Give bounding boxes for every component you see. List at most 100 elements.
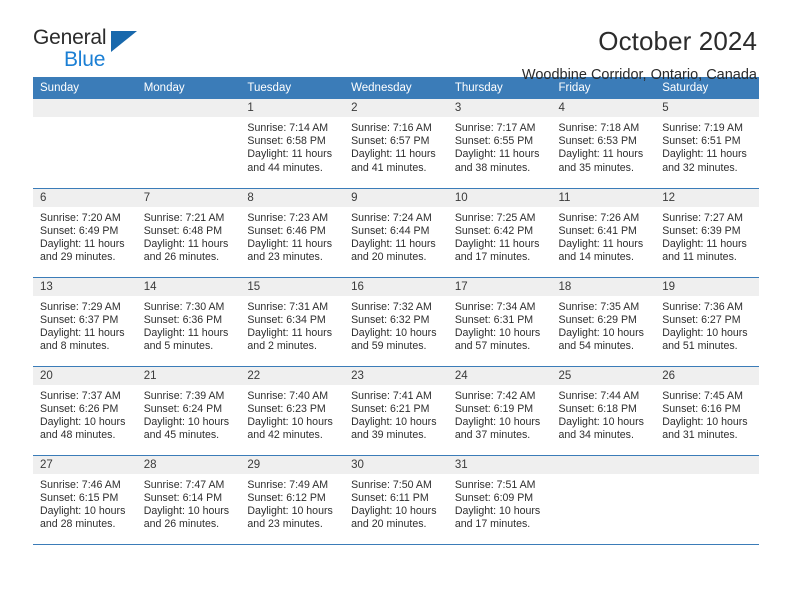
- sunrise-text: Sunrise: 7:37 AM: [40, 389, 121, 402]
- calendar-day-cell[interactable]: 18 Sunrise: 7:35 AM Sunset: 6:29 PM Dayligh…: [551, 277, 656, 366]
- calendar-day-cell[interactable]: 26 Sunrise: 7:45 AM Sunset: 6:16 PM Dayligh…: [655, 366, 759, 455]
- calendar-day-cell[interactable]: 2 Sunrise: 7:16 AM Sunset: 6:57 PM Daylight…: [344, 99, 448, 188]
- daylight-text: Daylight: 11 hours and 29 minutes.: [40, 237, 125, 264]
- sunset-text: Sunset: 6:16 PM: [662, 402, 741, 415]
- day-number: 4: [551, 99, 656, 117]
- sunrise-text: Sunrise: 7:42 AM: [454, 389, 536, 402]
- sunrise-text: Sunrise: 7:19 AM: [662, 122, 743, 134]
- calendar-day-cell[interactable]: 31 Sunrise: 7:51 AM Sunset: 6:09 PM Dayligh…: [447, 455, 552, 544]
- calendar-day-cell[interactable]: 5 Sunrise: 7:19 AM Sunset: 6:51 PM Daylight…: [655, 99, 759, 188]
- calendar-day-cell[interactable]: 30 Sunrise: 7:50 AM Sunset: 6:11 PM Dayligh…: [344, 455, 448, 544]
- calendar-day-cell[interactable]: 24 Sunrise: 7:42 AM Sunset: 6:19 PM Dayligh…: [447, 366, 552, 455]
- sunset-text: Sunset: 6:37 PM: [40, 313, 119, 326]
- sunrise-text: Sunrise: 7:14 AM: [247, 122, 329, 134]
- day-number: 30: [344, 455, 448, 474]
- sunrise-text: Sunrise: 7:41 AM: [351, 389, 432, 402]
- daylight-text: Daylight: 10 hours and 57 minutes.: [454, 326, 541, 353]
- calendar-day-cell[interactable]: 8 Sunrise: 7:23 AM Sunset: 6:46 PM Daylight…: [240, 188, 345, 277]
- calendar-day-cell[interactable]: 28 Sunrise: 7:47 AM Sunset: 6:14 PM Dayligh…: [136, 455, 241, 544]
- sunrise-text: Sunrise: 7:26 AM: [558, 211, 640, 224]
- calendar-day-cell[interactable]: 6 Sunrise: 7:20 AM Sunset: 6:49 PM Daylight…: [33, 188, 137, 277]
- day-sun-info: Sunrise: 7:26 AM Sunset: 6:41 PM Daylight:…: [552, 207, 656, 265]
- sunset-text: Sunset: 6:26 PM: [40, 402, 119, 415]
- day-sun-info: Sunrise: 7:40 AM Sunset: 6:23 PM Daylight:…: [240, 385, 344, 443]
- title-block: October 2024 Woodbine Corridor, Ontario,…: [522, 26, 759, 85]
- calendar-day-cell[interactable]: 29 Sunrise: 7:49 AM Sunset: 6:12 PM Dayligh…: [240, 455, 345, 544]
- day-number: 26: [655, 366, 759, 385]
- day-sun-info: Sunrise: 7:30 AM Sunset: 6:36 PM Daylight:…: [137, 296, 241, 354]
- calendar-page: General Blue October 2024 Woodbine Corri…: [0, 0, 792, 612]
- day-number: 6: [33, 188, 137, 207]
- calendar-day-cell[interactable]: 7 Sunrise: 7:21 AM Sunset: 6:48 PM Daylight…: [136, 188, 241, 277]
- calendar-day-cell[interactable]: 13 Sunrise: 7:29 AM Sunset: 6:37 PM Dayligh…: [33, 277, 137, 366]
- calendar-table: Sunday Monday Tuesday Wednesday Thursday Frid…: [33, 77, 759, 545]
- day-number: 28: [136, 455, 241, 474]
- calendar-day-cell[interactable]: 15 Sunrise: 7:31 AM Sunset: 6:34 PM Dayligh…: [240, 277, 345, 366]
- sunrise-text: Sunrise: 7:32 AM: [351, 300, 432, 313]
- calendar-day-cell[interactable]: 23 Sunrise: 7:41 AM Sunset: 6:21 PM Dayligh…: [344, 366, 448, 455]
- calendar-day-cell[interactable]: 10 Sunrise: 7:25 AM Sunset: 6:42 PM Dayligh…: [447, 188, 552, 277]
- day-sun-info: Sunrise: 7:39 AM Sunset: 6:24 PM Daylight:…: [137, 385, 241, 443]
- calendar-day-cell[interactable]: 9 Sunrise: 7:24 AM Sunset: 6:44 PM Daylight…: [344, 188, 448, 277]
- day-sun-info: Sunrise: 7:31 AM Sunset: 6:34 PM Daylight:…: [240, 296, 344, 354]
- daylight-text: Daylight: 10 hours and 59 minutes.: [351, 326, 437, 353]
- calendar-day-cell[interactable]: 12 Sunrise: 7:27 AM Sunset: 6:39 PM Dayligh…: [655, 188, 759, 277]
- daylight-text: Daylight: 11 hours and 20 minutes.: [351, 237, 436, 264]
- logo-text-general: General: [33, 26, 107, 49]
- day-sun-info: Sunrise: 7:42 AM Sunset: 6:19 PM Daylight:…: [448, 385, 552, 443]
- day-number: 17: [447, 277, 552, 296]
- calendar-week-row: 27 Sunrise: 7:46 AM Sunset: 6:15 PM Dayligh…: [33, 454, 759, 544]
- day-sun-info: Sunrise: 7:23 AM Sunset: 6:46 PM Daylight:…: [240, 207, 344, 265]
- day-sun-info: Sunrise: 7:45 AM Sunset: 6:16 PM Daylight:…: [655, 385, 759, 443]
- calendar-day-cell-empty: [136, 99, 241, 188]
- location-subtitle: Woodbine Corridor, Ontario, Canada: [521, 67, 757, 83]
- daylight-text: Daylight: 11 hours and 14 minutes.: [558, 237, 644, 264]
- calendar-day-cell[interactable]: 27 Sunrise: 7:46 AM Sunset: 6:15 PM Dayligh…: [33, 455, 137, 544]
- sunset-text: Sunset: 6:39 PM: [662, 224, 741, 237]
- calendar-day-cell[interactable]: 14 Sunrise: 7:30 AM Sunset: 6:36 PM Dayligh…: [136, 277, 241, 366]
- sunrise-text: Sunrise: 7:30 AM: [143, 300, 225, 313]
- calendar-day-cell[interactable]: 17 Sunrise: 7:34 AM Sunset: 6:31 PM Dayligh…: [447, 277, 552, 366]
- sunrise-text: Sunrise: 7:47 AM: [143, 478, 225, 491]
- sunrise-text: Sunrise: 7:49 AM: [247, 478, 329, 491]
- sunrise-text: Sunrise: 7:27 AM: [662, 211, 743, 224]
- sunset-text: Sunset: 6:34 PM: [247, 313, 326, 326]
- calendar-day-cell[interactable]: 19 Sunrise: 7:36 AM Sunset: 6:27 PM Dayligh…: [655, 277, 759, 366]
- sunset-text: Sunset: 6:46 PM: [247, 224, 326, 237]
- day-number: 29: [240, 455, 345, 474]
- day-number: 31: [447, 455, 552, 474]
- sunrise-text: Sunrise: 7:39 AM: [143, 389, 225, 402]
- day-number: 22: [240, 366, 345, 385]
- daylight-text: Daylight: 11 hours and 41 minutes.: [351, 148, 436, 174]
- day-sun-info: Sunrise: 7:21 AM Sunset: 6:48 PM Daylight:…: [137, 207, 241, 265]
- calendar-day-cell[interactable]: 1 Sunrise: 7:14 AM Sunset: 6:58 PM Daylight…: [240, 99, 345, 188]
- day-sun-info: Sunrise: 7:20 AM Sunset: 6:49 PM Daylight:…: [33, 207, 137, 265]
- calendar-day-cell[interactable]: 16 Sunrise: 7:32 AM Sunset: 6:32 PM Dayligh…: [344, 277, 448, 366]
- daylight-text: Daylight: 11 hours and 38 minutes.: [454, 148, 540, 174]
- daylight-text: Daylight: 10 hours and 54 minutes.: [558, 326, 644, 353]
- calendar-day-cell[interactable]: 20 Sunrise: 7:37 AM Sunset: 6:26 PM Dayligh…: [33, 366, 137, 455]
- daylight-text: Daylight: 11 hours and 26 minutes.: [143, 237, 229, 264]
- sunset-text: Sunset: 6:41 PM: [558, 224, 637, 237]
- calendar-day-cell[interactable]: 3 Sunrise: 7:17 AM Sunset: 6:55 PM Daylight…: [447, 99, 552, 188]
- general-blue-logo[interactable]: General Blue: [33, 26, 153, 78]
- calendar-day-cell[interactable]: 25 Sunrise: 7:44 AM Sunset: 6:18 PM Dayligh…: [551, 366, 656, 455]
- sunrise-text: Sunrise: 7:40 AM: [247, 389, 329, 402]
- daylight-text: Daylight: 11 hours and 2 minutes.: [247, 326, 333, 353]
- day-sun-info: Sunrise: 7:51 AM Sunset: 6:09 PM Daylight:…: [448, 474, 552, 532]
- sunset-text: Sunset: 6:53 PM: [558, 135, 637, 148]
- calendar-day-cell[interactable]: 22 Sunrise: 7:40 AM Sunset: 6:23 PM Dayligh…: [240, 366, 345, 455]
- sunrise-text: Sunrise: 7:51 AM: [454, 478, 536, 491]
- sunset-text: Sunset: 6:49 PM: [40, 224, 119, 237]
- calendar-day-cell[interactable]: 21 Sunrise: 7:39 AM Sunset: 6:24 PM Dayligh…: [136, 366, 241, 455]
- calendar-day-cell[interactable]: 11 Sunrise: 7:26 AM Sunset: 6:41 PM Dayligh…: [551, 188, 656, 277]
- sunrise-text: Sunrise: 7:34 AM: [454, 300, 536, 313]
- day-sun-info: Sunrise: 7:17 AM Sunset: 6:55 PM Daylight:…: [448, 117, 552, 175]
- daylight-text: Daylight: 10 hours and 45 minutes.: [143, 415, 230, 442]
- day-number: [136, 99, 241, 117]
- day-number: 9: [344, 188, 448, 207]
- calendar-day-cell[interactable]: 4 Sunrise: 7:18 AM Sunset: 6:53 PM Daylight…: [551, 99, 656, 188]
- sunset-text: Sunset: 6:44 PM: [351, 224, 430, 237]
- daylight-text: Daylight: 10 hours and 28 minutes.: [40, 504, 126, 531]
- sunrise-text: Sunrise: 7:44 AM: [558, 389, 640, 402]
